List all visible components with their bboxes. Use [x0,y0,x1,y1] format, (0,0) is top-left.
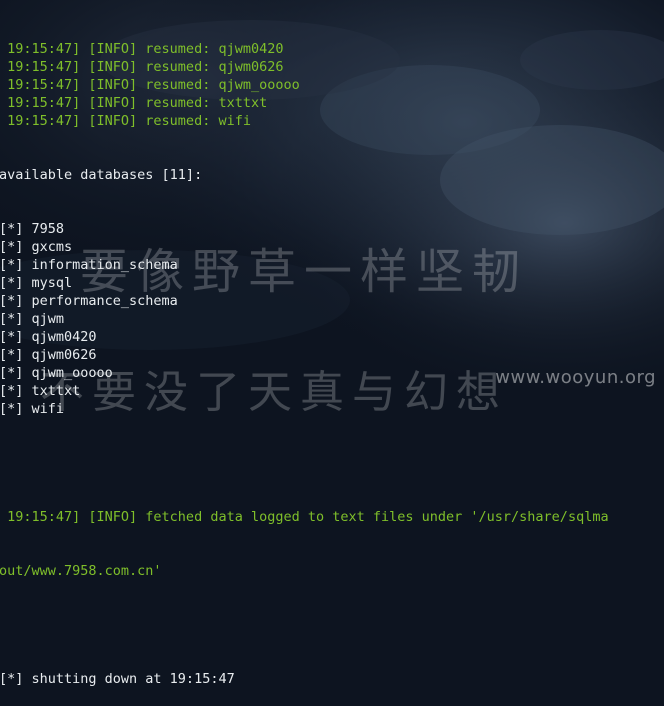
fetched-line-2: out/www.7958.com.cn' [0,563,162,579]
log-line: 19:15:47] [INFO] resumed: qjwm_ooooo [0,77,300,93]
terminal-output: 19:15:47] [INFO] resumed: qjwm0420 19:15… [0,4,609,706]
database-item: [*] wifi [0,401,65,417]
database-item: [*] mysql [0,275,73,291]
database-item: [*] qjwm0420 [0,329,97,345]
databases-header: available databases [11]: [0,167,203,183]
fetched-line-1: 19:15:47] [INFO] fetched data logged to … [0,509,609,525]
database-item: [*] performance_schema [0,293,178,309]
log-line: 19:15:47] [INFO] resumed: qjwm0626 [0,59,284,75]
database-item: [*] information_schema [0,257,178,273]
database-item: [*] gxcms [0,239,73,255]
database-list: [*] 7958 [*] gxcms [*] information_schema [… [0,220,609,418]
database-item: [*] qjwm0626 [0,347,97,363]
watermark-brand: www.wooyun.org [495,367,656,388]
log-line: 19:15:47] [INFO] resumed: qjwm0420 [0,41,284,57]
database-item: [*] qjwm [0,311,65,327]
shutdown-line: [*] shutting down at 19:15:47 [0,671,235,687]
log-lines: 19:15:47] [INFO] resumed: qjwm0420 19:15… [0,40,609,130]
database-item: [*] 7958 [0,221,65,237]
log-line: 19:15:47] [INFO] resumed: wifi [0,113,251,129]
log-line: 19:15:47] [INFO] resumed: txttxt [0,95,268,111]
